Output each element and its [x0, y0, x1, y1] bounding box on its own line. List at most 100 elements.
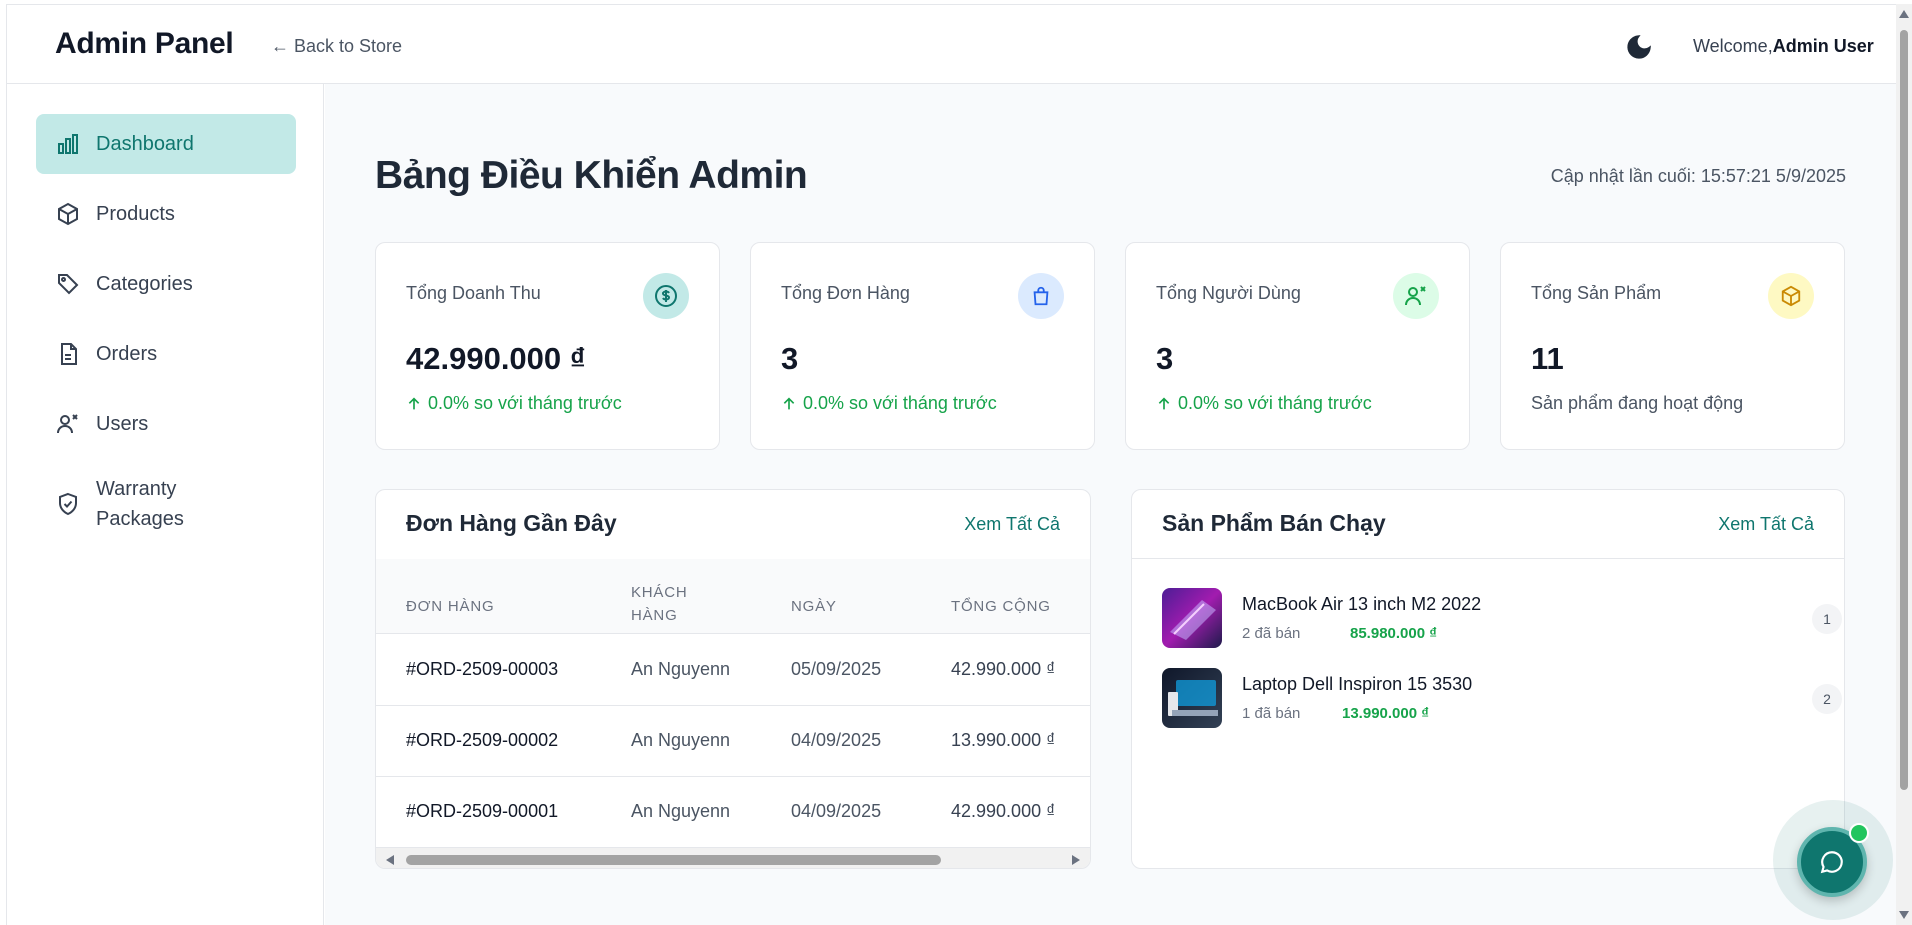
divider [1132, 558, 1844, 559]
sidebar-item-dashboard[interactable]: Dashboard [36, 114, 296, 174]
product-rank-badge: 2 [1812, 684, 1842, 714]
brand-title: Admin Panel [55, 27, 234, 60]
order-customer: An Nguyenn [631, 659, 731, 679]
welcome-text: Welcome,Admin User [1693, 36, 1874, 57]
column-header[interactable]: KHÁCH HÀNG [631, 581, 721, 627]
order-date: 05/09/2025 [791, 659, 882, 679]
order-customer: An Nguyenn [631, 801, 731, 821]
sidebar-item-warranty-packages[interactable]: Warranty Packages [36, 464, 296, 544]
product-revenue: 85.980.000 ₫ [1350, 625, 1437, 642]
arrow-up-icon [408, 396, 420, 409]
horizontal-scrollbar[interactable] [376, 848, 1090, 868]
sidebar-item-label: Dashboard [96, 133, 194, 155]
product-list-item[interactable]: Laptop Dell Inspiron 15 3530 1 đã bán 13.9… [1162, 668, 1842, 730]
user-name: Admin User [1772, 36, 1874, 56]
scrollbar-thumb[interactable] [406, 855, 941, 865]
stat-change-text: 0.0% so với tháng trước [1178, 393, 1372, 413]
box-icon [58, 202, 78, 226]
back-to-store-link[interactable]: ← Back to Store [271, 36, 402, 57]
stat-value: 3 [1156, 341, 1174, 376]
page-title: Bảng Điều Khiển Admin [375, 154, 808, 197]
box-icon [1768, 273, 1814, 319]
order-total: 13.990.000 ₫ [951, 730, 1056, 750]
product-rank-badge: 1 [1812, 604, 1842, 634]
stat-title: Tổng Doanh Thu [406, 283, 541, 303]
sidebar-item-categories[interactable]: Categories [36, 254, 296, 314]
users-icon [57, 414, 78, 434]
stat-title: Tổng Người Dùng [1156, 283, 1301, 303]
view-all-products-link[interactable]: Xem Tất Cả [1718, 514, 1814, 535]
top-header: Admin Panel ← Back to Store Welcome,Admi… [6, 4, 1896, 84]
order-total: 42.990.000 ₫ [951, 801, 1056, 821]
moon-icon[interactable] [1625, 33, 1653, 61]
stat-change: 0.0% so với tháng trước [406, 393, 622, 414]
stat-value: 3 [781, 341, 799, 376]
product-revenue: 13.990.000 ₫ [1342, 705, 1429, 722]
stat-change: 0.0% so với tháng trước [781, 393, 997, 414]
order-total: 42.990.000 ₫ [951, 659, 1056, 679]
stat-change-text: Sản phẩm đang hoạt động [1531, 393, 1744, 413]
macbook-thumbnail [1162, 588, 1222, 648]
stat-value: 42.990.000 ₫ [406, 341, 586, 376]
chat-icon [1820, 851, 1843, 874]
table-row[interactable]: #ORD-2509-00001 An Nguyenn 04/09/2025 42.99… [376, 777, 1090, 848]
stat-card-orders: Tổng Đơn Hàng 3 0.0% so với tháng trước [750, 242, 1095, 450]
shopping-bag-icon [1018, 273, 1064, 319]
order-id: #ORD-2509-00001 [406, 801, 559, 821]
top-products-title: Sản Phẩm Bán Chạy [1162, 510, 1386, 536]
arrow-up-icon [1158, 396, 1170, 409]
sidebar-item-label: Products [96, 203, 175, 225]
product-sold-count: 2 đã bán [1242, 625, 1301, 642]
bar-chart-icon [58, 134, 78, 154]
view-all-orders-link[interactable]: Xem Tất Cả [964, 514, 1060, 535]
online-status-dot [1849, 823, 1869, 843]
sidebar-item-label: Categories [96, 273, 193, 295]
order-id: #ORD-2509-00002 [406, 730, 559, 750]
tag-icon [58, 274, 79, 295]
scrollbar-thumb[interactable] [1900, 30, 1908, 790]
order-id: #ORD-2509-00003 [406, 659, 559, 679]
sidebar: Dashboard Products Categories Orders Use… [6, 84, 324, 925]
product-name: Laptop Dell Inspiron 15 3530 [1242, 674, 1473, 694]
shield-check-icon [59, 492, 77, 516]
table-row[interactable]: #ORD-2509-00003 An Nguyenn 05/09/2025 42.99… [376, 635, 1090, 706]
sidebar-item-label: Orders [96, 343, 158, 365]
table-row[interactable]: #ORD-2509-00002 An Nguyenn 04/09/2025 13.99… [376, 706, 1090, 777]
file-icon [61, 343, 77, 365]
recent-orders-title: Đơn Hàng Gần Đây [406, 510, 617, 536]
column-header[interactable]: TỔNG CỘNG [951, 595, 1090, 618]
scroll-up-icon[interactable] [1899, 10, 1909, 18]
stat-change: 0.0% so với tháng trước [1156, 393, 1372, 414]
scroll-left-icon[interactable] [386, 855, 394, 865]
table-header: ĐƠN HÀNG KHÁCH HÀNG NGÀY TỔNG CỘNG [376, 559, 1090, 634]
column-header[interactable]: NGÀY [791, 595, 911, 618]
stat-change: Sản phẩm đang hoạt động [1531, 393, 1743, 414]
column-header[interactable]: ĐƠN HÀNG [406, 595, 586, 618]
sidebar-item-label: Users [96, 413, 149, 435]
stat-change-text: 0.0% so với tháng trước [803, 393, 997, 413]
sidebar-item-label: Warranty Packages [96, 478, 184, 530]
stat-card-users: Tổng Người Dùng 3 0.0% so với tháng trước [1125, 242, 1470, 450]
stat-card-products: Tổng Sản Phẩm 11 Sản phẩm đang hoạt động [1500, 242, 1845, 450]
stat-change-text: 0.0% so với tháng trước [428, 393, 622, 413]
order-date: 04/09/2025 [791, 730, 882, 750]
dell-laptop-thumbnail [1162, 668, 1222, 728]
stat-title: Tổng Sản Phẩm [1531, 283, 1662, 303]
order-date: 04/09/2025 [791, 801, 882, 821]
sidebar-item-users[interactable]: Users [36, 394, 296, 454]
last-updated-text: Cập nhật lần cuối: 15:57:21 5/9/2025 [1550, 166, 1846, 186]
vertical-scrollbar[interactable] [1896, 4, 1912, 925]
stat-value: 11 [1531, 341, 1564, 376]
stat-card-revenue: Tổng Doanh Thu 42.990.000 ₫ 0.0% so với … [375, 242, 720, 450]
main-content: Bảng Điều Khiển Admin Cập nhật lần cuối:… [325, 84, 1896, 925]
recent-orders-panel: Đơn Hàng Gần Đây Xem Tất Cả ĐƠN HÀNG KHÁCH … [375, 489, 1091, 869]
sidebar-item-orders[interactable]: Orders [36, 324, 296, 384]
scroll-right-icon[interactable] [1072, 855, 1080, 865]
sidebar-item-products[interactable]: Products [36, 184, 296, 244]
users-icon [1393, 273, 1439, 319]
dollar-icon [643, 273, 689, 319]
order-customer: An Nguyenn [631, 730, 731, 750]
product-list-item[interactable]: MacBook Air 13 inch M2 2022 2 đã bán 85.98… [1162, 588, 1842, 650]
product-name: MacBook Air 13 inch M2 2022 [1242, 594, 1482, 614]
scroll-down-icon[interactable] [1899, 911, 1909, 919]
